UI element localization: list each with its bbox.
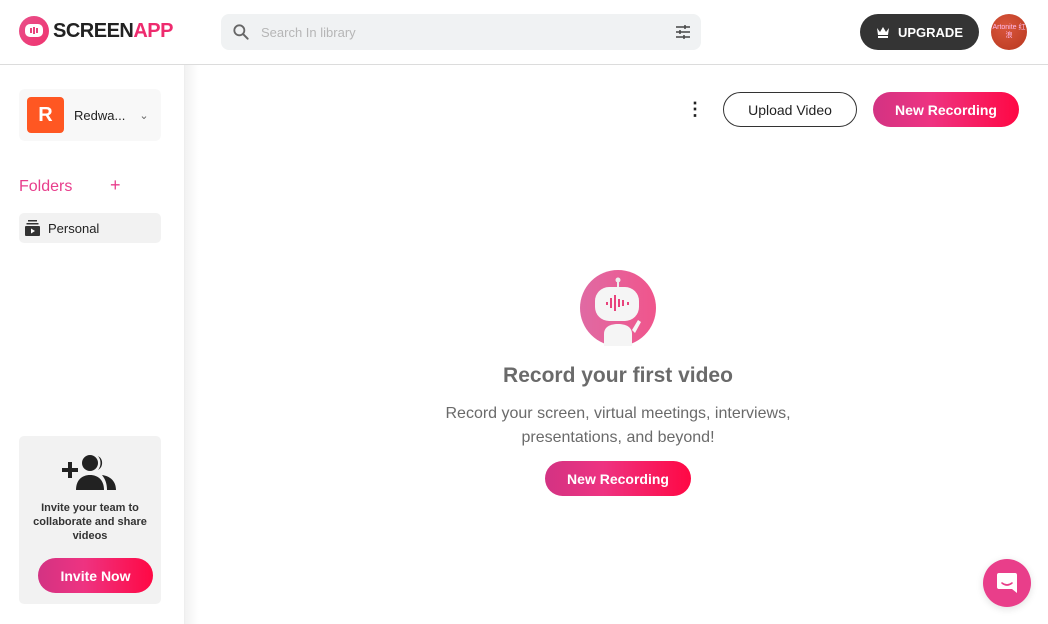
search-bar[interactable] [221,14,701,50]
chat-support-button[interactable] [983,559,1031,607]
chevron-down-icon: ⌄ [139,109,149,122]
logo[interactable]: SCREENAPP [19,16,173,46]
top-bar: SCREENAPP UPGRADE Artonite 红浪 [0,0,1048,65]
empty-state: Record your first video Record your scre… [418,270,818,496]
search-input[interactable] [261,24,651,40]
new-recording-button[interactable]: New Recording [873,92,1019,127]
filter-sliders-icon[interactable] [675,24,691,40]
invite-team-card: Invite your team to collaborate and shar… [19,436,161,604]
invite-now-button[interactable]: Invite Now [38,558,153,593]
workspace-name: Redwa... [74,107,126,123]
folder-label: Personal [48,220,100,236]
chat-icon [997,573,1017,593]
logo-text: SCREENAPP [53,19,173,42]
user-avatar[interactable]: Artonite 红浪 [991,14,1027,50]
new-recording-center-button[interactable]: New Recording [545,461,691,496]
invite-text: Invite your team to collaborate and shar… [33,502,147,542]
upload-video-button[interactable]: Upload Video [723,92,857,127]
empty-state-title: Record your first video [503,364,733,387]
video-folder-icon [25,220,40,236]
upgrade-button[interactable]: UPGRADE [860,14,979,50]
screenapp-logo-icon [19,16,49,46]
workspace-badge: R [27,97,64,133]
crown-icon [876,27,889,38]
upgrade-label: UPGRADE [897,24,963,40]
sidebar: R Redwa... ⌄ Folders + Personal Invite y… [0,65,185,624]
search-icon [233,24,249,40]
add-folder-button[interactable]: + [110,175,121,196]
folder-item-personal[interactable]: Personal [19,213,161,243]
empty-state-description: Record your screen, virtual meetings, in… [445,405,791,446]
add-team-icon [62,455,116,490]
robot-mascot-icon [580,270,656,346]
workspace-selector[interactable]: R Redwa... ⌄ [19,89,161,141]
sidebar-divider [185,65,199,624]
folders-heading: Folders [19,178,73,195]
more-options-button[interactable]: ⋮ [685,98,705,120]
